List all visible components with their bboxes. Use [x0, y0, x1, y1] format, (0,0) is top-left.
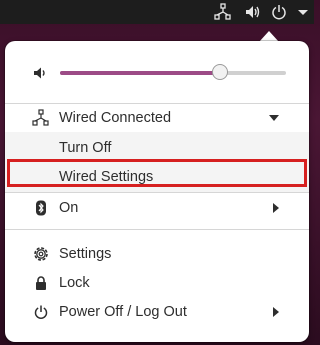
top-bar — [0, 0, 314, 24]
wired-settings-highlight — [7, 159, 307, 187]
network-wired-row[interactable]: Wired Connected — [5, 104, 309, 132]
volume-icon — [32, 64, 50, 82]
power-off-label: Power Off / Log Out — [59, 304, 187, 320]
chevron-down-icon[interactable] — [294, 3, 312, 21]
separator — [5, 229, 309, 230]
chevron-right-icon — [273, 203, 279, 213]
chevron-down-icon — [269, 115, 279, 121]
lock-label: Lock — [59, 275, 90, 291]
volume-slider-fill — [60, 71, 221, 75]
lock-icon — [32, 274, 50, 292]
lock-item[interactable]: Lock — [5, 269, 309, 297]
turn-off-label: Turn Off — [59, 140, 112, 156]
power-off-item[interactable]: Power Off / Log Out — [5, 298, 309, 326]
bluetooth-label: On — [59, 200, 79, 216]
bluetooth-icon — [32, 199, 50, 217]
settings-label: Settings — [59, 246, 112, 262]
gear-icon — [32, 245, 50, 263]
network-wired-icon[interactable] — [214, 3, 232, 21]
network-wired-icon — [32, 109, 50, 127]
network-wired-label: Wired Connected — [59, 110, 172, 126]
volume-slider[interactable] — [60, 64, 286, 80]
power-icon — [32, 303, 50, 321]
chevron-right-icon — [273, 307, 279, 317]
turn-off-item[interactable]: Turn Off — [5, 134, 309, 162]
volume-icon[interactable] — [244, 3, 262, 21]
power-icon[interactable] — [270, 3, 288, 21]
bluetooth-row[interactable]: On — [5, 194, 309, 222]
settings-item[interactable]: Settings — [5, 240, 309, 268]
system-menu: Wired Connected Turn Off Wired Settings … — [5, 41, 309, 342]
separator — [5, 192, 309, 193]
